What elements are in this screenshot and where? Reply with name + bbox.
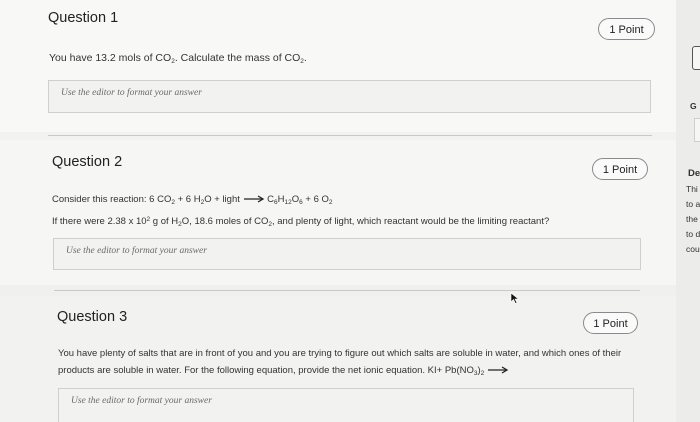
question-1-points-badge: 1 Point xyxy=(598,18,655,40)
question-2-card: Question 2 1 Point Consider this reactio… xyxy=(0,140,676,285)
side-panel-subheading: De xyxy=(688,168,700,179)
question-3-answer-placeholder: Use the editor to format your answer xyxy=(71,396,212,406)
side-panel-text-line: to a xyxy=(686,199,700,209)
side-panel-text-line: the xyxy=(686,214,698,224)
quiz-page: Question 1 1 Point You have 13.2 mols of… xyxy=(0,0,676,422)
question-2-answer-field[interactable]: Use the editor to format your answer xyxy=(53,238,641,270)
question-2-reaction-line: Consider this reaction: 6 CO2 + 6 H2O + … xyxy=(52,194,333,206)
section-divider xyxy=(54,290,640,291)
question-3-answer-field[interactable]: Use the editor to format your answer xyxy=(58,388,634,422)
question-1-title: Question 1 xyxy=(48,10,119,26)
question-1-answer-placeholder: Use the editor to format your answer xyxy=(61,88,202,98)
question-3-card: Question 3 1 Point You have plenty of sa… xyxy=(0,296,676,422)
question-3-points-badge: 1 Point xyxy=(583,312,638,334)
question-1-text: You have 13.2 mols of CO2. Calculate the… xyxy=(49,52,307,65)
side-panel-text-line: Thi xyxy=(686,184,698,194)
question-2-prompt-line: If there were 2.38 x 102 g of H2O, 18.6 … xyxy=(52,216,550,228)
side-panel-text-line: cou xyxy=(686,244,700,254)
side-panel-heading: G xyxy=(690,101,697,111)
side-panel-button[interactable] xyxy=(692,46,700,70)
section-divider xyxy=(48,135,652,136)
question-3-prompt-line-1: You have plenty of salts that are in fro… xyxy=(58,348,622,359)
question-2-text: Consider this reaction: 6 CO2 + 6 H2O + … xyxy=(52,191,549,233)
side-panel: G De Thi to a the to d cou xyxy=(676,0,700,422)
side-panel-text-line: to d xyxy=(686,229,700,239)
question-3-text: You have plenty of salts that are in fro… xyxy=(58,345,621,382)
question-2-points-badge: 1 Point xyxy=(592,158,648,180)
right-arrow-icon xyxy=(487,366,509,375)
right-arrow-icon xyxy=(243,195,264,204)
question-2-title: Question 2 xyxy=(52,154,123,170)
question-1-answer-field[interactable]: Use the editor to format your answer xyxy=(48,80,651,113)
mouse-pointer-icon xyxy=(510,292,520,304)
question-3-title: Question 3 xyxy=(57,309,128,325)
question-2-answer-placeholder: Use the editor to format your answer xyxy=(66,246,207,256)
side-panel-input[interactable] xyxy=(694,118,700,142)
question-3-prompt-line-2: products are soluble in water. For the f… xyxy=(58,362,621,382)
question-1-card: Question 1 1 Point You have 13.2 mols of… xyxy=(0,0,676,132)
